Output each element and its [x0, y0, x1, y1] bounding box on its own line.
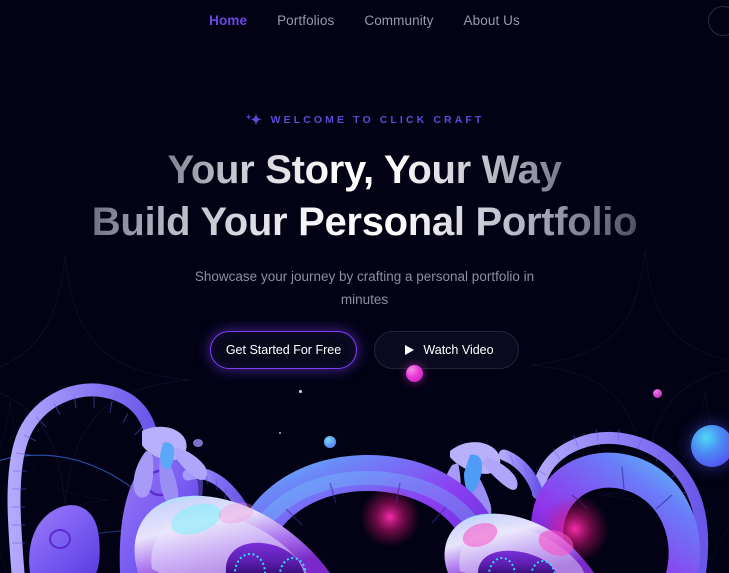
- creature-right: [444, 513, 594, 573]
- get-started-label: Get Started For Free: [225, 342, 342, 357]
- ring-left: [338, 465, 498, 573]
- star-speck: [279, 432, 281, 434]
- search-icon[interactable]: [708, 6, 729, 36]
- nav-item-community[interactable]: Community: [364, 13, 433, 28]
- nav-item-home[interactable]: Home: [209, 13, 247, 28]
- nav-item-about-us[interactable]: About Us: [464, 13, 520, 28]
- creature-center: [134, 495, 330, 573]
- hero-section: WELCOME TO CLICK CRAFT Your Story, Your …: [0, 0, 729, 400]
- ring-right: [530, 452, 701, 573]
- badge-label: WELCOME TO CLICK CRAFT: [270, 114, 485, 126]
- hero-subtitle: Showcase your journey by crafting a pers…: [194, 268, 535, 307]
- creature-far-left: [29, 505, 100, 573]
- background-star-decor: [600, 390, 729, 573]
- page-title-line-2: Build Your Personal Portfolio: [92, 196, 638, 248]
- background-star-decor: [0, 400, 110, 573]
- cta-group: Get Started For Free Watch Video: [210, 330, 519, 382]
- sparkles-icon: [244, 113, 262, 126]
- sphere-magenta-small: [374, 457, 382, 465]
- robotic-arm-left: [7, 383, 207, 573]
- play-icon: [405, 344, 415, 355]
- nav-links: Home Portfolios Community About Us: [209, 13, 520, 28]
- get-started-button[interactable]: Get Started For Free: [210, 330, 357, 369]
- sphere-magenta: [406, 364, 423, 382]
- ring-center: [230, 455, 506, 573]
- sphere-blue-small: [324, 436, 336, 448]
- navbar: Home Portfolios Community About Us: [0, 0, 729, 40]
- page-title-line-1: Your Story, Your Way: [167, 144, 561, 196]
- sphere-blue-large: [691, 425, 729, 467]
- robotic-arm-right: [442, 428, 709, 573]
- sphere-magenta-small: [175, 466, 186, 477]
- nav-item-portfolios[interactable]: Portfolios: [277, 13, 334, 28]
- watch-video-button[interactable]: Watch Video: [374, 330, 519, 382]
- creature-left: [119, 448, 262, 573]
- watch-video-label: Watch Video: [423, 342, 494, 357]
- glow-cyan: [169, 493, 221, 545]
- glow-pink: [541, 495, 609, 563]
- glow-pink: [360, 487, 420, 547]
- welcome-badge: WELCOME TO CLICK CRAFT: [244, 112, 485, 128]
- hero-page: Home Portfolios Community About Us WELCO…: [0, 0, 729, 573]
- star-speck: [339, 464, 341, 466]
